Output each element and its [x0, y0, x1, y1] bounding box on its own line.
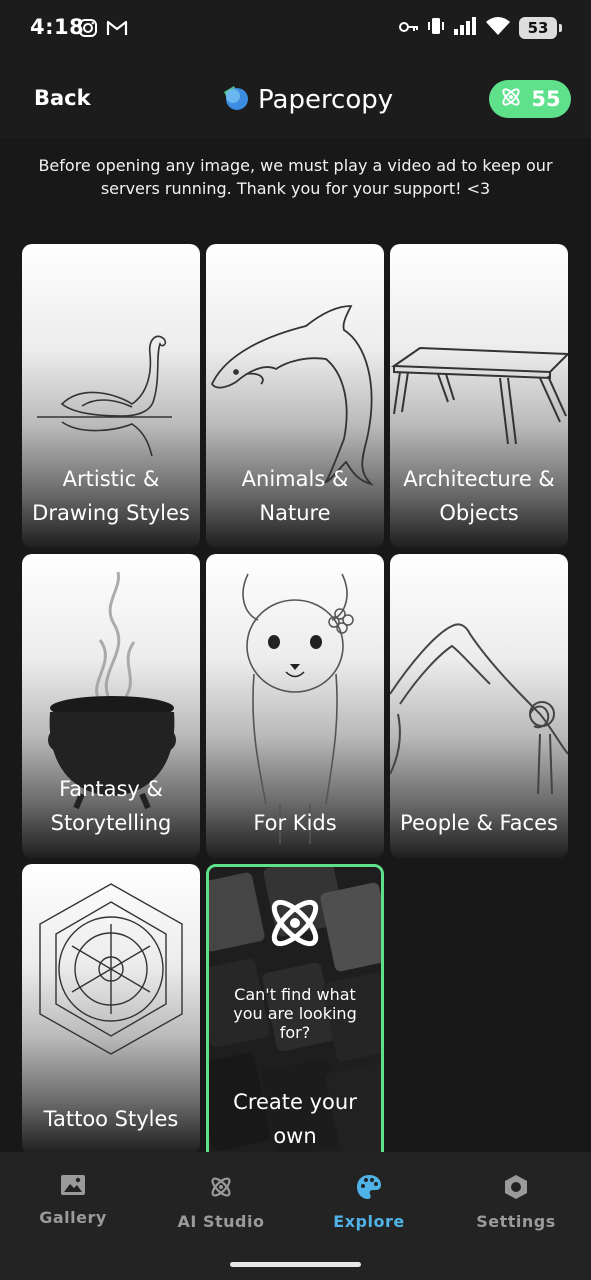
- category-card-architecture[interactable]: Architecture & Objects: [390, 244, 568, 548]
- category-label: Animals & Nature: [241, 467, 349, 525]
- palette-icon: [356, 1175, 382, 1204]
- back-button[interactable]: Back: [34, 86, 91, 110]
- gmail-icon: [106, 18, 128, 42]
- atom-icon: [499, 85, 523, 113]
- nav-ai-studio[interactable]: AI Studio: [151, 1174, 291, 1231]
- create-question: Can't find what you are looking for?: [233, 985, 357, 1042]
- category-card-tattoo[interactable]: Tattoo Styles: [22, 864, 200, 1154]
- category-label: People & Faces: [400, 811, 558, 835]
- nav-settings[interactable]: Settings: [446, 1174, 586, 1231]
- atom-icon: [208, 1177, 234, 1204]
- credits-badge[interactable]: 55: [489, 80, 571, 118]
- hexagon-gear-icon: [503, 1175, 529, 1204]
- nav-explore[interactable]: Explore: [299, 1174, 439, 1231]
- image-icon: [60, 1175, 86, 1200]
- category-label: Tattoo Styles: [43, 1107, 179, 1131]
- category-label: For Kids: [253, 811, 337, 835]
- signal-icon: [453, 16, 477, 40]
- vibrate-icon: [427, 16, 445, 40]
- home-indicator[interactable]: [230, 1262, 361, 1267]
- key-icon: [399, 19, 419, 38]
- category-card-animals[interactable]: Animals & Nature: [206, 244, 384, 548]
- wifi-icon: [485, 16, 511, 40]
- app-header: Back Papercopy 55: [0, 60, 591, 138]
- category-card-artistic[interactable]: Artistic & Drawing Styles: [22, 244, 200, 548]
- battery-icon: 53: [519, 17, 562, 39]
- credits-count: 55: [531, 87, 561, 111]
- bottom-navigation: Gallery AI Studio Explore Settings: [0, 1152, 591, 1280]
- category-label: Artistic & Drawing Styles: [32, 467, 190, 525]
- ad-notice: Before opening any image, we must play a…: [38, 156, 553, 198]
- create-cta-label: Create your own: [233, 1090, 357, 1148]
- category-card-kids[interactable]: For Kids: [206, 554, 384, 858]
- instagram-icon: [78, 18, 98, 42]
- nav-label: AI Studio: [177, 1212, 265, 1231]
- category-card-fantasy[interactable]: Fantasy & Storytelling: [22, 554, 200, 858]
- brand: Papercopy: [220, 82, 393, 118]
- nav-label: Explore: [333, 1212, 405, 1231]
- nav-label: Gallery: [39, 1208, 107, 1227]
- category-card-people[interactable]: People & Faces: [390, 554, 568, 858]
- atom-icon: [265, 893, 325, 957]
- nav-label: Settings: [476, 1212, 556, 1231]
- status-bar: 4:18 53: [0, 0, 591, 60]
- papercopy-logo-icon: [220, 82, 250, 118]
- category-label: Fantasy & Storytelling: [50, 777, 172, 835]
- status-time: 4:18: [30, 15, 85, 39]
- create-your-own-card[interactable]: Can't find what you are looking for? Cre…: [206, 864, 384, 1164]
- app-name: Papercopy: [258, 85, 394, 115]
- nav-gallery[interactable]: Gallery: [3, 1174, 143, 1227]
- category-label: Architecture & Objects: [403, 467, 555, 525]
